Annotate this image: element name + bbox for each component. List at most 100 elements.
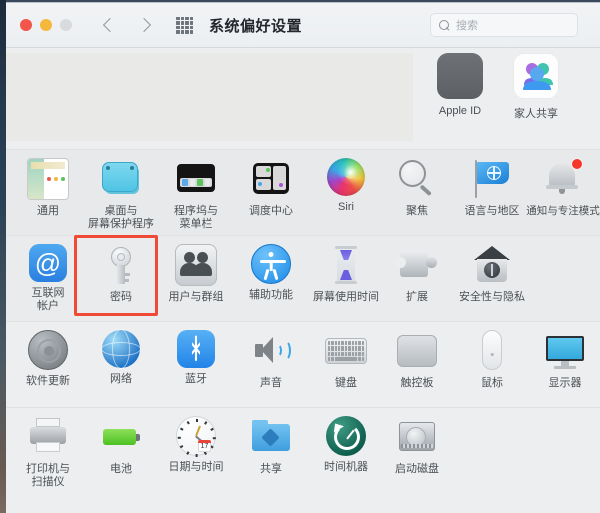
pref-label: 调度中心 (249, 205, 293, 217)
empty-placeholder-area (6, 53, 413, 141)
accessibility-icon (251, 244, 291, 284)
pref-item-apple-id[interactable]: Apple ID (422, 53, 498, 117)
page-title: 系统偏好设置 (209, 17, 303, 35)
calendar-day-number: 17 (198, 440, 211, 452)
pref-item-extensions[interactable]: 扩展 (378, 244, 456, 304)
pref-item-sharing[interactable]: 共享 (232, 416, 310, 476)
pref-label: 软件更新 (26, 375, 70, 387)
desktop-screensaver-icon (100, 158, 142, 200)
system-preferences-window: 系统偏好设置 搜索 Apple ID 家人共享 通用 桌面与 屏幕保护程序 程序… (6, 2, 600, 513)
screen: 系统偏好设置 搜索 Apple ID 家人共享 通用 桌面与 屏幕保护程序 程序… (0, 0, 600, 513)
pref-item-sound[interactable]: 声音 (232, 330, 310, 390)
pref-label: 蓝牙 (185, 373, 207, 385)
pref-item-security-privacy[interactable]: 安全性与隐私 (453, 244, 531, 304)
pref-label: 触控板 (400, 377, 434, 389)
traffic-lights (20, 19, 72, 31)
apple-id-icon (437, 53, 483, 99)
pref-label: 通用 (37, 205, 59, 217)
pref-item-family-sharing[interactable]: 家人共享 (498, 53, 574, 121)
date-time-icon: 17 (176, 416, 216, 457)
time-machine-icon (326, 416, 366, 456)
pref-item-startup-disk[interactable]: 启动磁盘 (378, 416, 456, 476)
pref-item-mission-control[interactable]: 调度中心 (232, 158, 310, 218)
row-devices: 打印机与 扫描仪 电池 17 日期与时间 共享 时间机器 启动磁盘 (6, 408, 600, 500)
pref-item-trackpad[interactable]: 触控板 (378, 330, 456, 390)
pref-label: Apple ID (438, 105, 482, 117)
pref-item-screen-time[interactable]: 屏幕使用时间 (307, 244, 385, 304)
pref-label: 用户与群组 (168, 291, 224, 303)
pref-label: 辅助功能 (249, 289, 293, 301)
pref-item-battery[interactable]: 电池 (82, 416, 160, 476)
search-placeholder: 搜索 (456, 20, 478, 32)
zoom-button[interactable] (60, 19, 72, 31)
printers-scanners-icon (27, 416, 69, 458)
pref-item-accessibility[interactable]: 辅助功能 (232, 244, 310, 302)
pref-item-time-machine[interactable]: 时间机器 (307, 416, 385, 474)
pref-label: 程序坞与 菜单栏 (174, 205, 218, 230)
pref-item-network[interactable]: 网络 (82, 329, 160, 386)
pref-label: 键盘 (335, 377, 357, 389)
software-update-icon (28, 330, 68, 370)
pref-item-language-region[interactable]: 语言与地区 (453, 158, 531, 218)
sound-icon (250, 330, 292, 372)
pref-item-printers-scanners[interactable]: 打印机与 扫描仪 (9, 416, 87, 489)
pref-item-general[interactable]: 通用 (9, 158, 87, 218)
screen-time-icon (325, 244, 367, 286)
pref-label: Siri (338, 201, 354, 213)
battery-icon (100, 416, 142, 458)
close-button[interactable] (20, 19, 32, 31)
pref-item-dock-menubar[interactable]: 程序坞与 菜单栏 (157, 158, 235, 231)
pref-item-mouse[interactable]: 鼠标 (453, 330, 531, 390)
pref-item-notifications-focus[interactable]: 通知与专注模式 (526, 158, 600, 218)
pref-label: 启动磁盘 (395, 463, 439, 475)
back-chevron-icon[interactable] (104, 17, 115, 34)
pref-label: 日期与时间 (168, 461, 224, 473)
pref-item-passwords[interactable]: 密码 (82, 244, 160, 304)
search-icon (439, 19, 450, 31)
pref-label: 通知与专注模式 (526, 205, 600, 217)
search-field[interactable]: 搜索 (430, 13, 578, 37)
mission-control-icon (250, 158, 292, 200)
pref-item-software-update[interactable]: 软件更新 (9, 330, 87, 388)
pref-item-siri[interactable]: Siri (307, 158, 385, 214)
pref-label: 扩展 (406, 291, 428, 303)
pref-label: 密码 (110, 291, 132, 303)
pref-label: 聚焦 (406, 205, 428, 217)
mouse-icon (471, 330, 513, 372)
general-icon (27, 158, 69, 200)
pref-item-displays[interactable]: 显示器 (526, 330, 600, 390)
pref-item-users-groups[interactable]: 用户与群组 (157, 244, 235, 304)
pref-item-keyboard[interactable]: 键盘 (307, 330, 385, 390)
pref-label: 屏幕使用时间 (313, 291, 379, 303)
show-all-grid-icon[interactable] (176, 16, 193, 34)
forward-chevron-icon[interactable] (139, 17, 150, 34)
pref-label: 显示器 (548, 377, 582, 389)
pref-item-date-time[interactable]: 17 日期与时间 (157, 416, 235, 474)
preferences-content: Apple ID 家人共享 通用 桌面与 屏幕保护程序 程序坞与 菜单栏 调度中… (6, 48, 600, 513)
pref-label: 鼠标 (481, 377, 503, 389)
minimize-button[interactable] (40, 19, 52, 31)
security-privacy-icon (471, 244, 513, 286)
pref-label: 声音 (260, 377, 282, 389)
row-hardware: 软件更新 网络 ᚼ 蓝牙 声音 键盘 触控板 鼠标 显示器 (6, 322, 600, 407)
trackpad-icon (396, 330, 438, 372)
account-row: Apple ID 家人共享 (6, 48, 600, 149)
pref-item-spotlight[interactable]: 聚焦 (378, 158, 456, 218)
pref-label: 网络 (110, 373, 132, 385)
pref-label: 家人共享 (514, 108, 558, 120)
sharing-icon (250, 416, 292, 458)
notifications-focus-icon (542, 158, 584, 200)
bluetooth-glyph: ᚼ (187, 333, 205, 364)
pref-label: 桌面与 屏幕保护程序 (88, 205, 154, 230)
pref-item-desktop-screensaver[interactable]: 桌面与 屏幕保护程序 (82, 158, 160, 231)
at-glyph: @ (34, 248, 62, 278)
language-region-icon (471, 158, 513, 200)
keyboard-icon (325, 330, 367, 372)
navigation-buttons (104, 17, 150, 34)
internet-accounts-icon: @ (29, 244, 67, 282)
pref-label: 语言与地区 (464, 205, 520, 217)
pref-item-bluetooth[interactable]: ᚼ 蓝牙 (157, 330, 235, 386)
passwords-key-icon (100, 244, 142, 286)
pref-item-internet-accounts[interactable]: @ 互联网 帐户 (9, 244, 87, 313)
window-titlebar: 系统偏好设置 搜索 (6, 3, 600, 48)
